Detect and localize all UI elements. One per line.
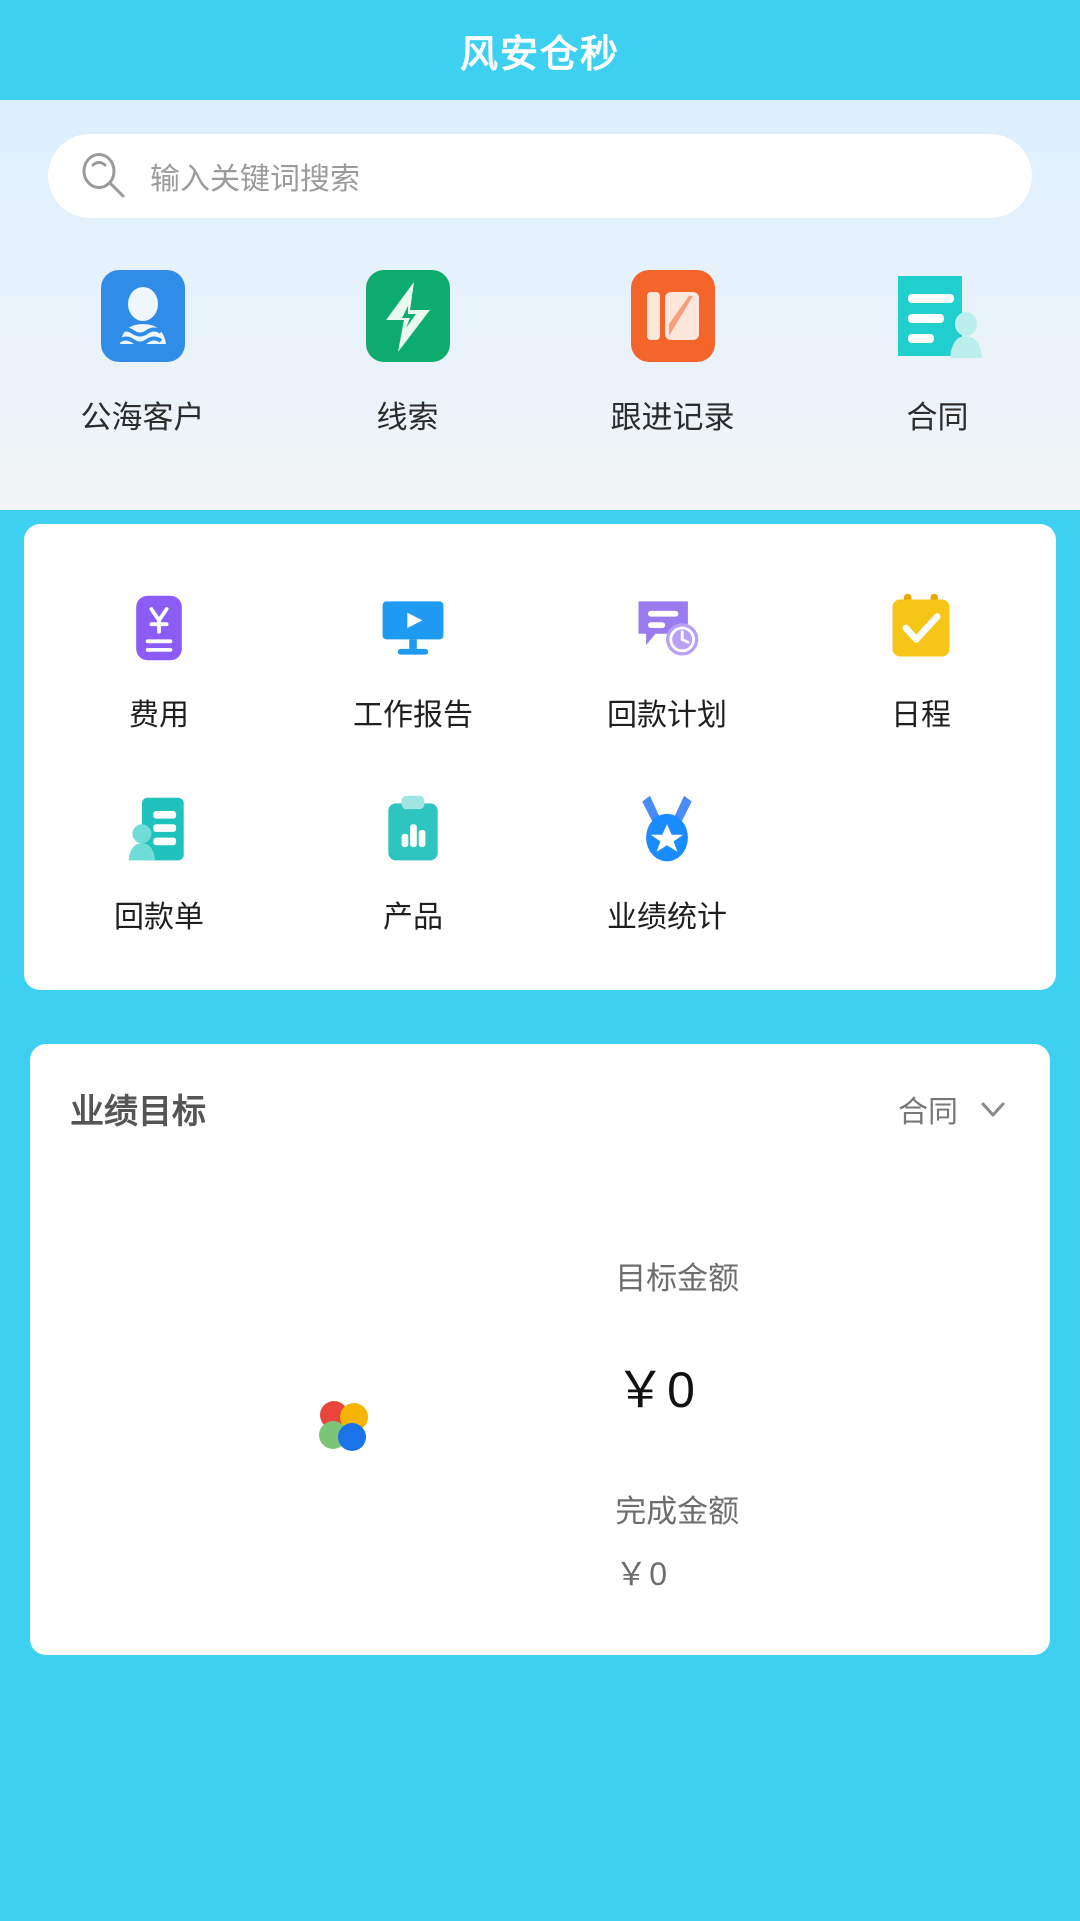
app-header: 风安仓秒 (0, 0, 1080, 100)
goal-filter-label: 合同 (898, 1095, 958, 1129)
feature-item-performance-stats[interactable]: 业绩统计 (540, 792, 794, 936)
feature-label: 工作报告 (353, 699, 473, 732)
public-customer-icon (100, 270, 185, 362)
quick-nav-item-follow-up[interactable]: 跟进记录 (540, 266, 805, 437)
performance-medal-icon (642, 795, 692, 862)
expense-yen-icon (136, 595, 182, 661)
quick-nav-item-lead[interactable]: 线索 (275, 266, 540, 437)
feature-item-work-report[interactable]: 工作报告 (286, 590, 540, 734)
work-report-monitor-icon (382, 601, 444, 655)
follow-up-note-icon (630, 270, 715, 362)
chevron-down-icon (981, 1102, 1005, 1116)
goal-card-title: 业绩目标 (70, 1093, 206, 1131)
goal-card-body: 目标金额 ￥0 完成金额 ￥0 (70, 1253, 1010, 1595)
feature-row: 费用 工作报告 回款计划 日程 (24, 590, 1056, 734)
search-icon (82, 153, 125, 198)
goal-filter-dropdown[interactable]: 合同 (898, 1087, 1010, 1131)
feature-label: 业绩统计 (607, 901, 727, 934)
feature-row: 回款单 产品 业绩统计 (24, 792, 1056, 936)
completed-amount-value: ￥0 (615, 1556, 669, 1592)
feature-item-expense[interactable]: 费用 (32, 590, 286, 734)
contract-person-icon (897, 276, 982, 358)
payment-plan-clock-icon (638, 601, 699, 656)
feature-card: 费用 工作报告 回款计划 日程 回款单 产品 业绩统计 (24, 524, 1056, 990)
four-dot-spinner (318, 1401, 368, 1451)
goal-chart-area (70, 1391, 615, 1457)
feature-item-schedule[interactable]: 日程 (794, 590, 1048, 734)
lead-bolt-icon (365, 270, 450, 362)
target-amount-caption: 目标金额 (615, 1261, 740, 1296)
feature-label: 回款单 (114, 901, 204, 934)
goal-card-header: 业绩目标 合同 (70, 1084, 1010, 1133)
search-bar-wrapper: 输入关键词搜索 (0, 134, 1080, 218)
feature-item-empty (794, 792, 1048, 936)
search-placeholder: 输入关键词搜索 (150, 163, 360, 196)
target-amount-value: ￥0 (615, 1362, 697, 1418)
feature-item-payment-receipt[interactable]: 回款单 (32, 792, 286, 936)
goal-amounts: 目标金额 ￥0 完成金额 ￥0 (615, 1253, 1010, 1595)
payment-receipt-icon (128, 797, 184, 861)
app-root: 风安仓秒 输入关键词搜索 公海客户 线索 跟进记录 合同 费用 工作报告 回款计… (0, 0, 1080, 1921)
quick-nav-item-public-customer[interactable]: 公海客户 (10, 266, 275, 437)
search-input[interactable]: 输入关键词搜索 (48, 134, 1032, 218)
feature-item-payment-plan[interactable]: 回款计划 (540, 590, 794, 734)
feature-label: 费用 (129, 699, 189, 732)
product-clipboard-icon (388, 795, 438, 861)
completed-amount-caption: 完成金额 (615, 1494, 740, 1529)
quick-nav-label: 跟进记录 (610, 400, 735, 435)
quick-nav-label: 合同 (906, 400, 969, 435)
schedule-calendar-icon (892, 593, 950, 657)
page-title: 风安仓秒 (459, 33, 620, 76)
performance-goal-card: 业绩目标 合同 目标金额 ￥0 完成金额 ￥0 (30, 1044, 1050, 1655)
feature-label: 回款计划 (607, 699, 727, 732)
top-panel: 输入关键词搜索 公海客户 线索 跟进记录 合同 (0, 100, 1080, 510)
quick-nav-label: 公海客户 (80, 400, 205, 435)
feature-label: 产品 (383, 901, 443, 934)
feature-label: 日程 (891, 699, 951, 732)
quick-nav-item-contract[interactable]: 合同 (805, 266, 1070, 437)
quick-nav-label: 线索 (376, 400, 439, 435)
quick-nav-grid: 公海客户 线索 跟进记录 合同 (0, 266, 1080, 437)
feature-item-product[interactable]: 产品 (286, 792, 540, 936)
